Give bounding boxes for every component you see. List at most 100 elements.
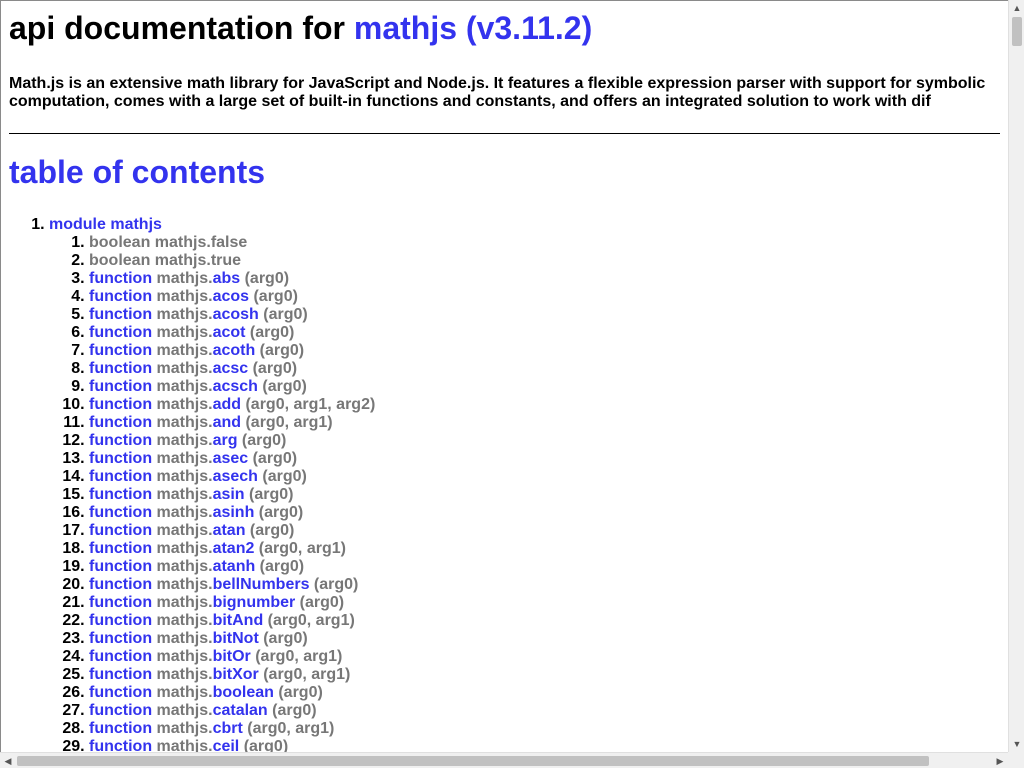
toc-item-name[interactable]: asec	[213, 450, 249, 467]
horizontal-scroll-thumb[interactable]	[17, 756, 929, 766]
toc-item-args: (arg0)	[295, 594, 345, 611]
toc-item-owner: mathjs.	[156, 630, 213, 647]
title-package-link[interactable]: mathjs (v3.11.2)	[354, 10, 592, 46]
toc-item: function mathjs.bellNumbers (arg0)	[89, 576, 1007, 594]
vertical-scrollbar[interactable]: ▲ ▼	[1008, 0, 1024, 752]
toc-item-kind[interactable]: function	[89, 414, 152, 431]
toc-item-kind[interactable]: function	[89, 702, 152, 719]
scrollbar-corner	[1008, 752, 1024, 768]
toc-item: function mathjs.ceil (arg0)	[89, 738, 1007, 752]
toc-item-name[interactable]: asech	[213, 468, 258, 485]
toc-item-name[interactable]: boolean	[213, 684, 274, 701]
toc-item-kind[interactable]: function	[89, 540, 152, 557]
vertical-scroll-thumb[interactable]	[1012, 17, 1022, 46]
toc-item-name[interactable]: bitOr	[213, 648, 251, 665]
toc-item-kind[interactable]: function	[89, 468, 152, 485]
toc-item-kind[interactable]: function	[89, 288, 152, 305]
module-members-list: boolean mathjs.falseboolean mathjs.truef…	[49, 234, 1007, 752]
down-arrow-icon[interactable]: ▼	[1009, 736, 1024, 752]
toc-item-name[interactable]: acsc	[213, 360, 249, 377]
toc-item-kind[interactable]: function	[89, 360, 152, 377]
toc-item-name[interactable]: abs	[213, 270, 241, 287]
toc-item-name[interactable]: add	[213, 396, 241, 413]
toc-item-name[interactable]: asin	[213, 486, 245, 503]
toc-item-name[interactable]: acot	[213, 324, 246, 341]
toc-item-kind[interactable]: function	[89, 576, 152, 593]
toc-item-kind[interactable]: function	[89, 666, 152, 683]
toc-item-args: (arg0)	[257, 378, 307, 395]
toc-item-kind[interactable]: function	[89, 450, 152, 467]
toc-item-kind[interactable]: function	[89, 648, 152, 665]
toc-item: function mathjs.acot (arg0)	[89, 324, 1007, 342]
toc-item-args: (arg0)	[255, 342, 305, 359]
toc-item: function mathjs.boolean (arg0)	[89, 684, 1007, 702]
toc-item-name[interactable]: atanh	[213, 558, 256, 575]
toc-item-name[interactable]: acos	[213, 288, 249, 305]
toc-item-kind: boolean	[89, 252, 151, 269]
toc-item-kind: boolean	[89, 234, 151, 251]
toc-item-name[interactable]: acsch	[213, 378, 258, 395]
toc-item-kind[interactable]: function	[89, 630, 152, 647]
toc-item-kind[interactable]: function	[89, 432, 152, 449]
up-arrow-icon[interactable]: ▲	[1009, 0, 1024, 16]
toc-item-kind[interactable]: function	[89, 306, 152, 323]
module-link[interactable]: module mathjs	[49, 216, 162, 233]
toc-item-owner: mathjs.	[156, 468, 213, 485]
toc-item: function mathjs.bignumber (arg0)	[89, 594, 1007, 612]
toc-item-owner: mathjs.	[156, 702, 213, 719]
toc-item-kind[interactable]: function	[89, 684, 152, 701]
toc-item-name[interactable]: atan	[213, 522, 246, 539]
toc-item-name[interactable]: and	[213, 414, 241, 431]
toc-heading[interactable]: table of contents	[9, 154, 1007, 190]
toc-item: function mathjs.asinh (arg0)	[89, 504, 1007, 522]
toc-item-name[interactable]: bitNot	[213, 630, 259, 647]
toc-item-kind[interactable]: function	[89, 486, 152, 503]
title-prefix: api documentation for	[9, 10, 354, 46]
right-arrow-icon[interactable]: ▶	[992, 753, 1008, 769]
toc-item-owner: mathjs.	[156, 306, 213, 323]
toc-item-kind[interactable]: function	[89, 522, 152, 539]
toc-item-owner: mathjs.	[156, 270, 213, 287]
toc-item-args: (arg0)	[273, 684, 323, 701]
toc-item-args: (arg0)	[244, 486, 294, 503]
horizontal-scrollbar[interactable]: ◀ ▶	[0, 752, 1008, 768]
toc-item-kind[interactable]: function	[89, 720, 152, 737]
divider	[9, 133, 1000, 134]
toc-item-name[interactable]: acosh	[213, 306, 259, 323]
toc-item-kind[interactable]: function	[89, 504, 152, 521]
toc-item: function mathjs.arg (arg0)	[89, 432, 1007, 450]
toc-item-name[interactable]: ceil	[213, 738, 240, 752]
toc-item-kind[interactable]: function	[89, 738, 152, 752]
toc-item-name[interactable]: bignumber	[213, 594, 296, 611]
toc-item-kind[interactable]: function	[89, 270, 152, 287]
toc-item-args: (arg0)	[257, 468, 307, 485]
toc-item-owner: mathjs.	[156, 612, 213, 629]
toc-item-name[interactable]: arg	[213, 432, 238, 449]
left-arrow-icon[interactable]: ◀	[0, 753, 16, 769]
toc-item-kind[interactable]: function	[89, 378, 152, 395]
toc-item-name[interactable]: bitAnd	[213, 612, 264, 629]
page-title: api documentation for mathjs (v3.11.2)	[9, 10, 1007, 46]
toc-item-args: (arg0)	[240, 270, 290, 287]
toc-item-name[interactable]: catalan	[213, 702, 268, 719]
toc-item-kind[interactable]: function	[89, 396, 152, 413]
toc-item-owner: mathjs.	[156, 648, 213, 665]
toc-item-args: (arg0)	[245, 522, 295, 539]
toc-item-name: true	[210, 252, 242, 269]
toc-item-kind[interactable]: function	[89, 612, 152, 629]
toc-item-name[interactable]: cbrt	[213, 720, 243, 737]
toc-item-name[interactable]: bellNumbers	[213, 576, 310, 593]
toc-item-kind[interactable]: function	[89, 594, 152, 611]
toc-item-args: (arg0)	[309, 576, 359, 593]
toc-item-kind[interactable]: function	[89, 324, 152, 341]
toc-item: function mathjs.acsc (arg0)	[89, 360, 1007, 378]
toc-item-name[interactable]: bitXor	[213, 666, 259, 683]
toc-item-name[interactable]: atan2	[213, 540, 255, 557]
toc-item-kind[interactable]: function	[89, 342, 152, 359]
toc-item: function mathjs.asech (arg0)	[89, 468, 1007, 486]
toc-item-name[interactable]: acoth	[213, 342, 256, 359]
toc-item: boolean mathjs.true	[89, 252, 1007, 270]
toc-item-name[interactable]: asinh	[213, 504, 255, 521]
toc-item-owner: mathjs.	[156, 324, 213, 341]
toc-item-kind[interactable]: function	[89, 558, 152, 575]
